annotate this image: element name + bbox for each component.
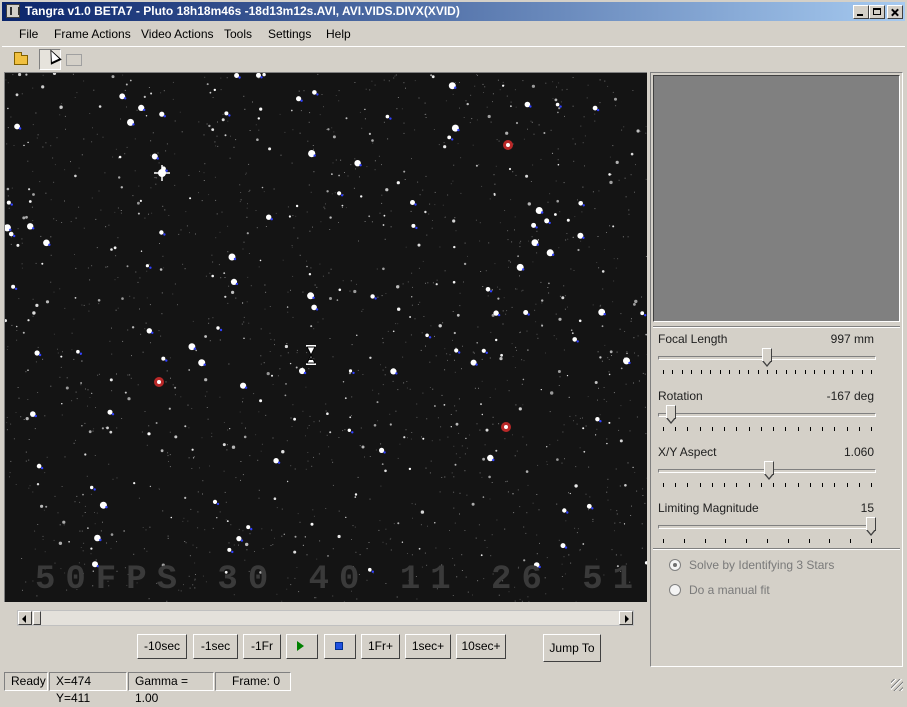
limiting-magnitude-slider[interactable] (658, 525, 876, 529)
star-field (5, 73, 647, 602)
xy-aspect-label: X/Y Aspect (658, 445, 716, 459)
resize-grip-icon[interactable] (891, 679, 903, 691)
manual-fit-radio[interactable] (669, 584, 681, 596)
stop-icon (335, 642, 343, 650)
forward-1frame-button[interactable]: 1Fr+ (361, 634, 400, 659)
rotation-label: Rotation (658, 389, 703, 403)
scroll-left-button[interactable] (18, 611, 32, 625)
xy-aspect-thumb[interactable] (764, 461, 774, 481)
frame-scrollbar[interactable] (17, 610, 634, 626)
status-coordinates: X=474 Y=411 (49, 672, 127, 691)
menu-bar: File Frame Actions Video Actions Tools S… (2, 24, 905, 44)
limiting-magnitude-thumb[interactable] (866, 517, 876, 537)
arrow-pointer-icon (45, 47, 62, 65)
focal-length-ticks (658, 370, 876, 374)
astrometry-panel: Focal Length 997 mm Rotation -167 deg X/Y As… (650, 72, 903, 667)
app-icon[interactable] (6, 4, 20, 18)
rotation-value: -167 deg (827, 389, 874, 403)
toolbar (2, 46, 905, 71)
back-1frame-button[interactable]: -1Fr (243, 634, 281, 659)
maximize-button[interactable] (869, 5, 885, 19)
solve-3-stars-label: Solve by Identifying 3 Stars (689, 558, 834, 572)
focal-length-label: Focal Length (658, 332, 727, 346)
video-frame-viewer[interactable]: 50FPS 30 40 11 26 51 (4, 72, 647, 602)
select-tool-button[interactable] (39, 49, 61, 70)
forward-1sec-button[interactable]: 1sec+ (405, 634, 451, 659)
rotation-ticks (658, 427, 876, 431)
open-file-button[interactable] (10, 49, 32, 70)
status-frame: Frame: 0 (215, 672, 291, 691)
folder-open-icon (14, 55, 28, 65)
close-button[interactable] (887, 5, 903, 19)
scroll-right-button[interactable] (619, 611, 633, 625)
minimize-button[interactable] (853, 5, 869, 19)
focal-length-thumb[interactable] (762, 348, 772, 368)
focal-length-value: 997 mm (831, 332, 874, 346)
menu-video-actions[interactable]: Video Actions (141, 27, 214, 41)
rotation-thumb[interactable] (666, 405, 676, 425)
status-bar: Ready X=474 Y=411 Gamma = 1.00 Frame: 0 (2, 671, 905, 693)
play-icon (297, 641, 304, 651)
ccd-icon (66, 54, 82, 66)
menu-help[interactable]: Help (326, 27, 351, 41)
forward-10sec-button[interactable]: 10sec+ (456, 634, 506, 659)
menu-frame-actions[interactable]: Frame Actions (54, 27, 131, 41)
limiting-magnitude-label: Limiting Magnitude (658, 501, 759, 515)
ccd-tool-button[interactable] (63, 49, 85, 70)
manual-fit-label: Do a manual fit (689, 583, 770, 597)
panel-divider (653, 548, 900, 550)
menu-settings[interactable]: Settings (268, 27, 311, 41)
scroll-thumb[interactable] (33, 611, 41, 625)
solve-3-stars-radio[interactable] (669, 559, 681, 571)
back-10sec-button[interactable]: -10sec (137, 634, 187, 659)
limiting-magnitude-value: 15 (861, 501, 874, 515)
jump-to-button[interactable]: Jump To (543, 634, 601, 662)
stop-button[interactable] (324, 634, 356, 659)
main-window: Tangra v1.0 BETA7 - Pluto 18h18m46s -18d… (0, 0, 907, 697)
play-button[interactable] (286, 634, 318, 659)
status-gamma: Gamma = 1.00 (128, 672, 214, 691)
xy-aspect-value: 1.060 (844, 445, 874, 459)
back-1sec-button[interactable]: -1sec (193, 634, 238, 659)
xy-aspect-ticks (658, 483, 876, 487)
limiting-magnitude-ticks (658, 539, 876, 543)
title-bar[interactable]: Tangra v1.0 BETA7 - Pluto 18h18m46s -18d… (2, 2, 905, 21)
panel-divider (653, 326, 900, 328)
menu-file[interactable]: File (19, 27, 38, 41)
menu-tools[interactable]: Tools (224, 27, 252, 41)
zoom-preview (653, 75, 900, 322)
status-state: Ready (4, 672, 48, 691)
window-title: Tangra v1.0 BETA7 - Pluto 18h18m46s -18d… (25, 4, 460, 18)
rotation-slider[interactable] (658, 413, 876, 417)
